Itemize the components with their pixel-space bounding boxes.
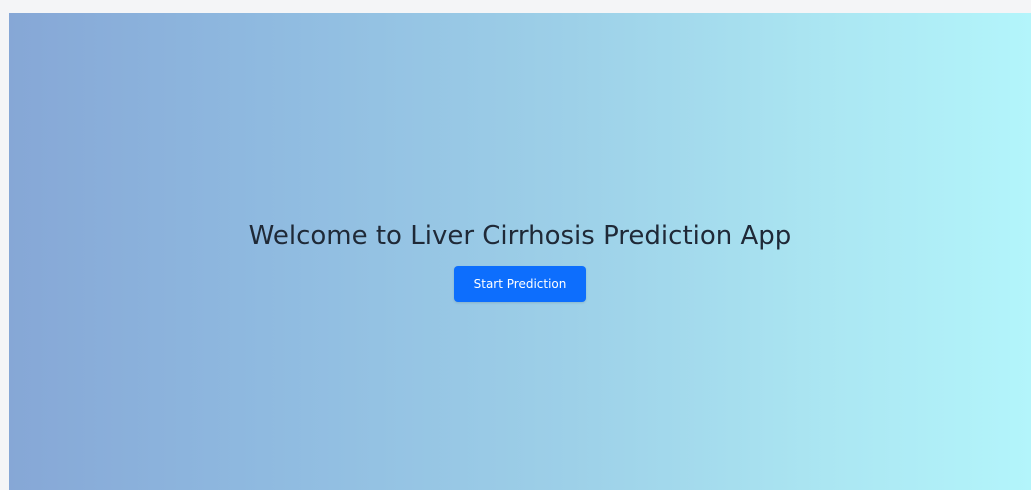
start-prediction-button[interactable]: Start Prediction: [453, 266, 587, 302]
page-title: Welcome to Liver Cirrhosis Prediction Ap…: [248, 221, 792, 251]
page: Welcome to Liver Cirrhosis Prediction Ap…: [0, 0, 1031, 490]
hero-section: Welcome to Liver Cirrhosis Prediction Ap…: [9, 13, 1031, 490]
hero-content: Welcome to Liver Cirrhosis Prediction Ap…: [9, 218, 1031, 302]
